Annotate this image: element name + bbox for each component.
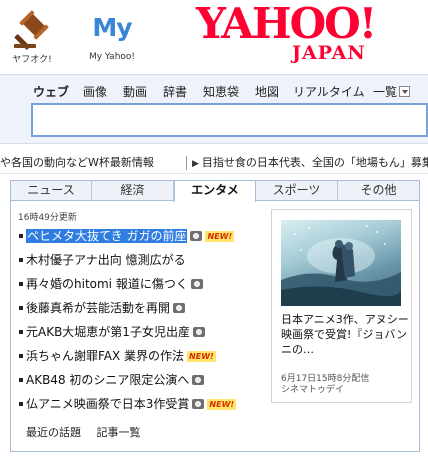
camera-icon xyxy=(190,231,203,241)
search-tab-realtime[interactable]: リアルタイム xyxy=(293,83,365,100)
headline-text[interactable]: 浜ちゃん謝罪FAX 業界の作法 xyxy=(26,349,184,363)
gavel-icon xyxy=(14,10,49,50)
bullet xyxy=(19,257,23,262)
headline-item[interactable]: 木村優子アナ出向 憶測広がる xyxy=(18,251,268,275)
feature-image[interactable] xyxy=(281,220,401,306)
headline-text[interactable]: AKB48 初のシニア限定公演へ xyxy=(26,373,189,387)
headline-item[interactable]: ペヒメタ大抜てき ガガの前座 NEW! xyxy=(18,227,268,251)
bullet xyxy=(19,233,23,238)
logo-sub-text: JAPAN xyxy=(292,42,366,64)
search-input[interactable] xyxy=(31,103,428,137)
topics-footer: 最近の話題 記事一覧 xyxy=(26,424,153,440)
search-tab-list-label: 一覧 xyxy=(373,85,398,99)
article-list-link[interactable]: 記事一覧 xyxy=(97,426,141,439)
search-tab-video[interactable]: 動画 xyxy=(123,83,147,100)
search-tab-images[interactable]: 画像 xyxy=(83,83,107,100)
recent-topics-link[interactable]: 最近の話題 xyxy=(26,426,81,439)
updated-time: 16時49分更新 xyxy=(18,213,77,223)
search-tab-chiebukuro[interactable]: 知恵袋 xyxy=(203,83,239,100)
headline-item[interactable]: AKB48 初のシニア限定公演へ xyxy=(18,371,268,395)
ticker-divider xyxy=(186,156,187,170)
new-badge: NEW! xyxy=(187,351,216,362)
auction-label: ヤフオク! xyxy=(12,55,52,65)
camera-icon xyxy=(192,327,205,337)
tab-economy[interactable]: 経済 xyxy=(92,181,174,201)
search-tab-map[interactable]: 地図 xyxy=(255,83,279,100)
headline-item[interactable]: 仏アニメ映画祭で日本3作受賞 NEW! xyxy=(18,395,268,419)
headline-text[interactable]: 木村優子アナ出向 憶測広がる xyxy=(26,253,186,267)
headline-text[interactable]: 仏アニメ映画祭で日本3作受賞 xyxy=(26,397,189,411)
bullet xyxy=(19,401,23,406)
headline-item[interactable]: 後藤真希が芸能活動を再開 xyxy=(18,299,268,323)
chevron-down-icon[interactable] xyxy=(399,86,411,97)
bullet xyxy=(19,305,23,310)
feature-source: シネマトゥデイ xyxy=(281,385,345,395)
tab-news[interactable]: ニュース xyxy=(11,181,92,201)
header: ヤフオク! My My Yahoo! YAHOO! JAPAN xyxy=(0,0,428,70)
feature-card[interactable]: 日本アニメ3作、アヌシー映画祭で受賞!『ジョバンニの… 6月17日15時8分配信… xyxy=(271,209,412,403)
tab-entertainment[interactable]: エンタメ xyxy=(174,181,256,202)
my-yahoo-logo: My xyxy=(92,13,132,42)
triangle-right-icon: ▶ xyxy=(192,159,199,169)
my-yahoo-label: My Yahoo! xyxy=(88,52,136,62)
new-badge: NEW! xyxy=(205,231,235,242)
headline-item[interactable]: 浜ちゃん謝罪FAX 業界の作法 NEW! xyxy=(18,347,268,371)
headline-text[interactable]: 元AKB大堀恵が第1子女児出産 xyxy=(26,325,190,339)
camera-icon xyxy=(192,375,205,385)
headline-list: ペヒメタ大抜てき ガガの前座 NEW! 木村優子アナ出向 憶測広がる 再々婚のhi… xyxy=(18,227,268,419)
new-badge: NEW! xyxy=(207,399,237,410)
news-ticker: や各国の動向などW杯最新情報 ▶ 目指せ食の日本代表、全国の「地場もん」募集 xyxy=(0,152,428,174)
headline-text[interactable]: 再々婚のhitomi 報道に傷つく xyxy=(26,277,188,291)
headline-item[interactable]: 再々婚のhitomi 報道に傷つく xyxy=(18,275,268,299)
camera-icon xyxy=(192,399,205,409)
topics-box: ニュース 経済 エンタメ スポーツ その他 16時49分更新 ペヒメタ大抜てき … xyxy=(10,180,420,452)
feature-title[interactable]: 日本アニメ3作、アヌシー映画祭で受賞!『ジョバンニの… xyxy=(281,312,409,357)
search-area: ウェブ 画像 動画 辞書 知恵袋 地図 リアルタイム 一覧 xyxy=(0,74,428,144)
bullet xyxy=(19,329,23,334)
bullet xyxy=(19,281,23,286)
search-tab-web[interactable]: ウェブ xyxy=(33,83,69,100)
headline-text[interactable]: ペヒメタ大抜てき ガガの前座 xyxy=(26,229,188,243)
auction-service-link[interactable]: ヤフオク! xyxy=(10,8,54,65)
tab-other[interactable]: その他 xyxy=(338,181,419,201)
ticker-item-worldcup[interactable]: や各国の動向などW杯最新情報 xyxy=(0,152,154,173)
logo-main-text: YAHOO! xyxy=(196,0,377,48)
headline-text[interactable]: 後藤真希が芸能活動を再開 xyxy=(26,301,170,315)
tab-sports[interactable]: スポーツ xyxy=(256,181,338,201)
bullet xyxy=(19,353,23,358)
search-tab-dictionary[interactable]: 辞書 xyxy=(163,83,187,100)
headline-item[interactable]: 元AKB大堀恵が第1子女児出産 xyxy=(18,323,268,347)
topics-tabs: ニュース 経済 エンタメ スポーツ その他 xyxy=(11,181,419,202)
search-tab-list[interactable]: 一覧 xyxy=(373,83,411,100)
camera-icon xyxy=(173,303,186,313)
yahoo-japan-logo[interactable]: YAHOO! JAPAN xyxy=(196,2,412,66)
my-yahoo-service-link[interactable]: My My Yahoo! xyxy=(84,8,140,62)
camera-icon xyxy=(190,279,203,289)
ticker-item-label: 目指せ食の日本代表、全国の「地場もん」募集 xyxy=(201,156,428,169)
anime-still-illustration xyxy=(281,225,401,306)
ticker-item-jibamon[interactable]: ▶ 目指せ食の日本代表、全国の「地場もん」募集 xyxy=(192,152,428,173)
bullet xyxy=(19,377,23,382)
